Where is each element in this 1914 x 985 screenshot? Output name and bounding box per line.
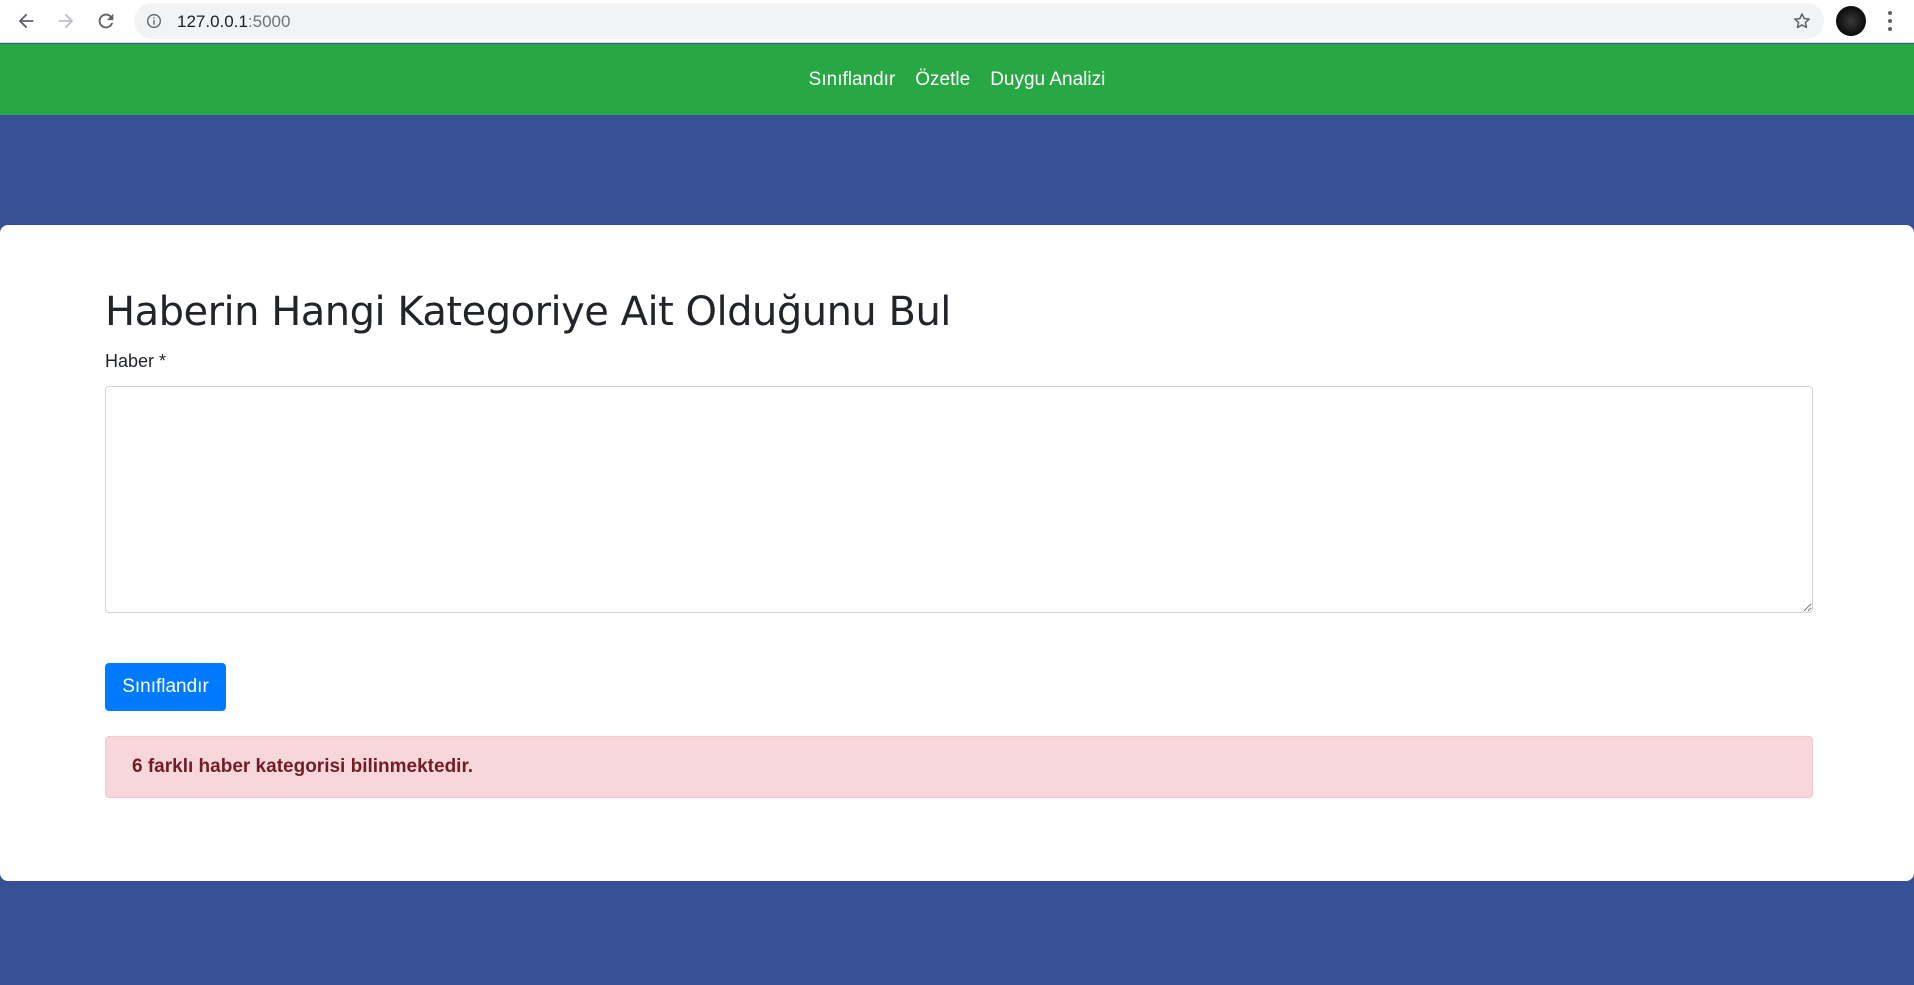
address-bar[interactable]: 127.0.0.1:5000 <box>134 3 1824 39</box>
url-host: 127.0.0.1 <box>177 12 248 31</box>
url-port: :5000 <box>247 12 291 31</box>
nav-link-sentiment[interactable]: Duygu Analizi <box>990 69 1105 91</box>
reload-icon[interactable] <box>91 6 121 36</box>
main-card: Haberin Hangi Kategoriye Ait Olduğunu Bu… <box>0 225 1914 881</box>
classify-button[interactable]: Sınıflandır <box>105 663 226 711</box>
more-vert-icon[interactable] <box>1880 8 1900 34</box>
news-textarea[interactable] <box>105 386 1813 613</box>
url-text: 127.0.0.1:5000 <box>177 12 290 32</box>
news-field-label: Haber * <box>105 351 167 371</box>
star-icon[interactable] <box>1792 11 1812 31</box>
profile-avatar[interactable] <box>1836 6 1866 36</box>
page-title: Haberin Hangi Kategoriye Ait Olduğunu Bu… <box>105 289 951 335</box>
info-icon[interactable] <box>146 13 162 29</box>
site-navbar: Sınıflandır Özetle Duygu Analizi <box>0 44 1914 115</box>
alert-text: 6 farklı haber kategorisi bilinmektedir. <box>132 756 474 777</box>
info-alert: 6 farklı haber kategorisi bilinmektedir. <box>105 736 1813 798</box>
browser-toolbar: 127.0.0.1:5000 <box>0 0 1914 43</box>
forward-arrow-icon[interactable] <box>51 6 81 36</box>
nav-link-classify[interactable]: Sınıflandır <box>809 69 896 91</box>
nav-link-summarize[interactable]: Özetle <box>915 69 970 91</box>
back-arrow-icon[interactable] <box>11 6 41 36</box>
